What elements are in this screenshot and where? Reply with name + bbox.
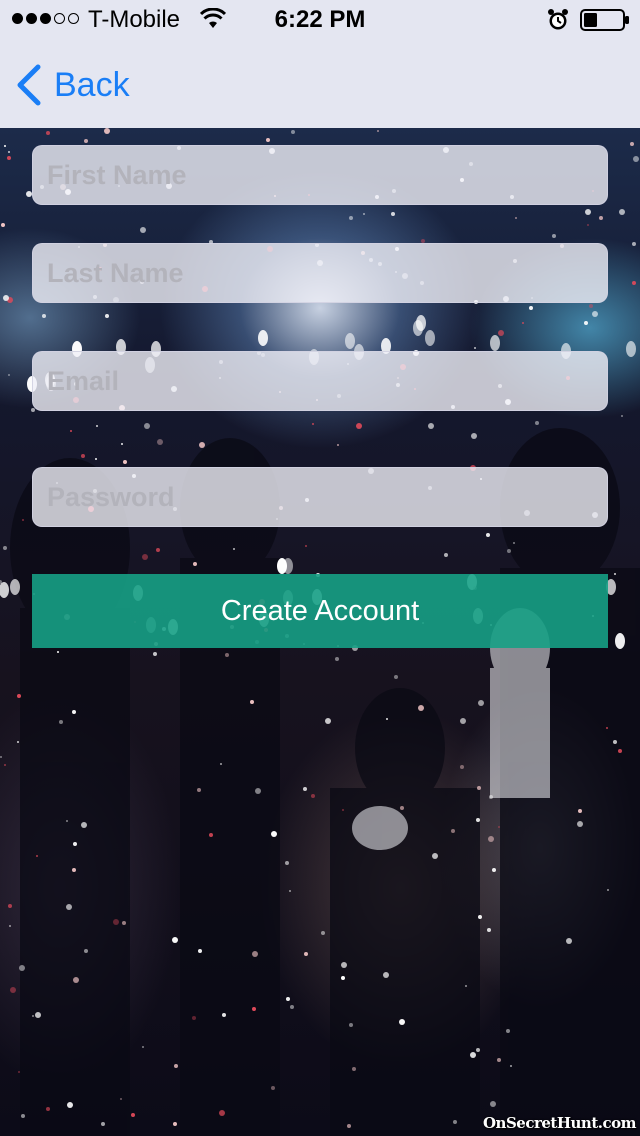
email-field[interactable]	[32, 351, 608, 411]
status-bar: T-Mobile 6:22 PM	[0, 0, 640, 40]
create-account-button[interactable]: Create Account	[32, 574, 608, 648]
back-label: Back	[54, 66, 130, 104]
back-button[interactable]: Back	[14, 62, 130, 108]
create-account-screen: OnSecretHunt.com T-Mobile 6:22 PM Back F…	[0, 0, 640, 1136]
battery-icon	[580, 9, 629, 31]
signup-form: Create Account	[0, 0, 640, 1136]
password-field[interactable]	[32, 467, 608, 527]
alarm-clock-icon	[548, 9, 568, 30]
top-bar: T-Mobile 6:22 PM Back	[0, 0, 640, 128]
navigation-bar: Back	[0, 40, 640, 128]
first-name-field[interactable]	[32, 145, 608, 205]
last-name-field[interactable]	[32, 243, 608, 303]
status-time: 6:22 PM	[274, 6, 366, 33]
chevron-left-icon	[17, 64, 41, 106]
